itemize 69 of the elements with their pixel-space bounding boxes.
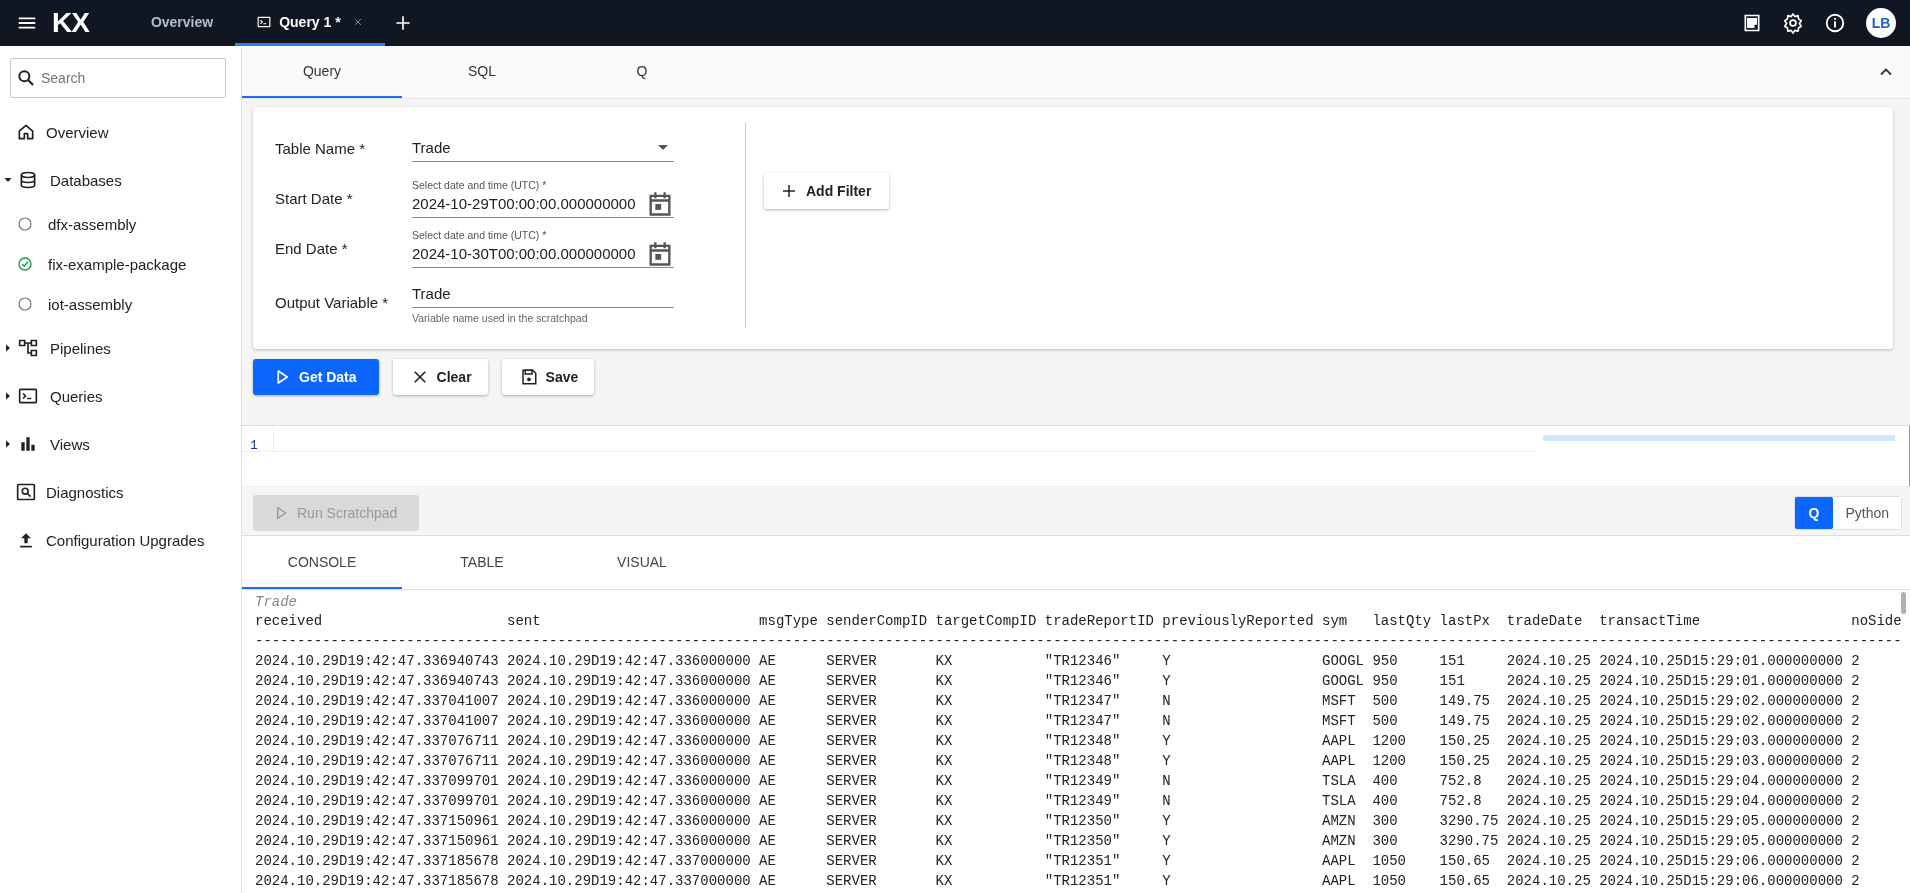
- home-icon: [16, 122, 36, 142]
- nav-item[interactable]: Overview: [46, 123, 109, 141]
- query-tab[interactable]: Query: [242, 46, 402, 98]
- floating-label: Select date and time (UTC) *: [412, 228, 548, 241]
- search-field[interactable]: Search: [10, 58, 226, 98]
- document-icon[interactable]: [1742, 13, 1762, 33]
- helper-text: Variable name used in the scratchpad: [412, 311, 589, 324]
- nav-item[interactable]: Queries: [50, 387, 103, 405]
- field-label: Output Variable *: [275, 293, 390, 311]
- get-data-button[interactable]: Get Data: [253, 359, 379, 395]
- dropdown-field[interactable]: Trade: [412, 134, 674, 162]
- console-line: 2024.10.29D19:42:47.337185678 2024.10.29D19:42:47.337000000 AE SERVER KX "TR12351" Y AAPL 1050 150.65 2024.10.25 2024.10.25D15:29:06.000000000 2: [255, 852, 1860, 871]
- console-line: 2024.10.29D19:42:47.337185678 2024.10.29D19:42:47.337000000 AE SERVER KX "TR12351" Y AAPL 1050 150.65 2024.10.25 2024.10.25D15:29:06.000000000 2: [255, 872, 1860, 891]
- input-field[interactable]: Trade: [412, 280, 674, 308]
- scrollbar: [1909, 426, 1910, 486]
- console-line: 2024.10.29D19:42:47.337076711 2024.10.29D19:42:47.336000000 AE SERVER KX "TR12348" Y AAPL 1200 150.25 2024.10.25 2024.10.25D15:29:03.000000000 2: [255, 732, 1860, 751]
- clear-button[interactable]: Clear: [392, 359, 488, 395]
- nav-item[interactable]: Databases: [50, 171, 122, 189]
- date-field[interactable]: 2024-10-29T00:00:00.000000000: [412, 190, 674, 218]
- plus-icon: [780, 182, 798, 200]
- terminal-icon: [257, 14, 272, 29]
- info-icon[interactable]: [1824, 12, 1846, 34]
- console-line: 2024.10.29D19:42:47.337041007 2024.10.29D19:42:47.336000000 AE SERVER KX "TR12347" N MSFT 500 149.75 2024.10.25 2024.10.25D15:29:02.000000000 2: [255, 692, 1860, 711]
- console-line: 2024.10.29D19:42:47.337099701 2024.10.29D19:42:47.336000000 AE SERVER KX "TR12349" N TSLA 400 752.8 2024.10.25 2024.10.25D15:29:04.000000000 2: [255, 772, 1860, 791]
- nav-item[interactable]: Configuration Upgrades: [46, 531, 205, 549]
- output-tab[interactable]: TABLE: [402, 536, 562, 589]
- console-title: Trade: [255, 593, 297, 611]
- floating-label: Select date and time (UTC) *: [412, 178, 548, 191]
- database-item[interactable]: fix-example-package: [48, 255, 187, 273]
- nav-item[interactable]: Pipelines: [50, 339, 111, 357]
- logo: KX: [52, 7, 89, 39]
- save-button[interactable]: Save: [501, 359, 595, 395]
- query-tab[interactable]: Q: [562, 46, 722, 98]
- code-editor[interactable]: 1: [242, 425, 1910, 487]
- page-tab[interactable]: Overview: [128, 0, 236, 46]
- dropdown-arrow-icon: [658, 145, 668, 151]
- language-toggle[interactable]: Q: [1794, 497, 1834, 529]
- console-line: 2024.10.29D19:42:47.337041007 2024.10.29D19:42:47.336000000 AE SERVER KX "TR12347" N MSFT 500 149.75 2024.10.25 2024.10.25D15:29:02.000000000 2: [255, 712, 1860, 731]
- console-line: 2024.10.29D19:42:47.336940743 2024.10.29D19:42:47.336000000 AE SERVER KX "TR12346" Y GOOGL 950 151 2024.10.25 2024.10.25D15:29:01.000000000 2: [255, 652, 1860, 671]
- settings-icon[interactable]: [1782, 12, 1804, 34]
- diagnostics-icon: [16, 482, 36, 502]
- pipeline-icon: [18, 338, 38, 358]
- query-tab[interactable]: SQL: [402, 46, 562, 98]
- console-line: 2024.10.29D19:42:47.337150961 2024.10.29D19:42:47.336000000 AE SERVER KX "TR12350" Y AMZN 300 3290.75 2024.10.25 2024.10.25D15:29:05.000000000 2: [255, 832, 1860, 851]
- search-icon: [16, 68, 36, 88]
- console-line: 2024.10.29D19:42:47.336940743 2024.10.29D19:42:47.336000000 AE SERVER KX "TR12346" Y GOOGL 950 151 2024.10.25 2024.10.25D15:29:01.000000000 2: [255, 672, 1860, 691]
- save-icon: [519, 368, 538, 386]
- nav-item[interactable]: Diagnostics: [46, 483, 124, 501]
- user-avatar[interactable]: LB: [1866, 8, 1896, 38]
- add-filter-button[interactable]: Add Filter: [764, 173, 890, 209]
- database-icon: [18, 170, 38, 190]
- field-label: Start Date *: [275, 189, 354, 207]
- field-label: Table Name *: [275, 139, 367, 157]
- nav-item[interactable]: Views: [50, 435, 90, 453]
- database-item[interactable]: iot-assembly: [48, 295, 133, 313]
- scrollbar: [1901, 592, 1906, 614]
- date-field[interactable]: 2024-10-30T00:00:00.000000000: [412, 240, 674, 268]
- line-number: 1: [250, 438, 258, 453]
- field-label: End Date *: [275, 239, 349, 257]
- bar-chart-icon: [18, 434, 38, 454]
- terminal-icon: [18, 386, 38, 406]
- console-line: ----------------------------------------------------------------------------------------------------------------------------------------------------------------------------------------------------: [255, 632, 1902, 651]
- console-line: 2024.10.29D19:42:47.337076711 2024.10.29D19:42:47.336000000 AE SERVER KX "TR12348" Y AAPL 1200 150.25 2024.10.25 2024.10.25D15:29:03.000000000 2: [255, 752, 1860, 771]
- console-line: 2024.10.29D19:42:47.337150961 2024.10.29D19:42:47.336000000 AE SERVER KX "TR12350" Y AMZN 300 3290.75 2024.10.25 2024.10.25D15:29:05.000000000 2: [255, 812, 1860, 831]
- database-item[interactable]: dfx-assembly: [48, 215, 137, 233]
- close-icon[interactable]: [352, 16, 363, 27]
- console-line: received sent msgType senderCompID targetCompID tradeReportID previouslyReported sym lastQty lastPx tradeDate transactTime noSide: [255, 612, 1902, 631]
- output-tab[interactable]: VISUAL: [562, 536, 722, 589]
- console-line: 2024.10.29D19:42:47.337099701 2024.10.29D19:42:47.336000000 AE SERVER KX "TR12349" N TSLA 400 752.8 2024.10.25 2024.10.25D15:29:04.000000000 2: [255, 792, 1860, 811]
